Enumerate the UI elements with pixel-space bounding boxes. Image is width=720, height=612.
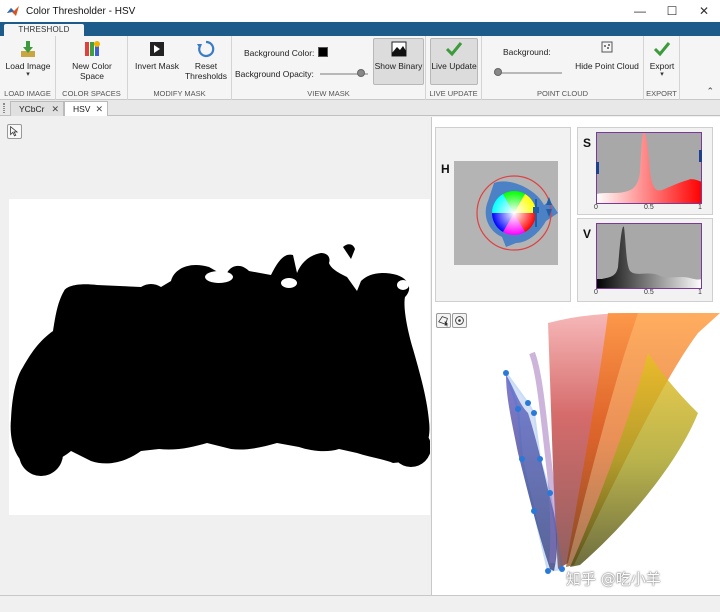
slider-thumb[interactable] (356, 69, 365, 77)
group-label: POINT CLOUD (536, 89, 589, 98)
live-update-icon (445, 42, 463, 57)
point-cloud-background-slider[interactable] (494, 72, 562, 74)
document-tabs: YCbCr ✕ HSV ✕ (0, 100, 720, 116)
hue-panel: H (435, 127, 571, 302)
group-label: COLOR SPACES (62, 89, 121, 98)
point-cloud-plot[interactable] (488, 313, 720, 579)
rotate-view-icon[interactable] (452, 313, 467, 328)
load-image-icon (21, 41, 35, 57)
value-histogram[interactable] (596, 223, 702, 289)
hue-channel-label: H (441, 162, 450, 176)
threshold-controls-pane: H S 0 0.5 1 V 0 0.5 1 (432, 117, 720, 595)
live-update-button[interactable]: Live Update (430, 38, 478, 85)
invert-mask-button[interactable]: Invert Mask (133, 39, 181, 71)
hide-point-cloud-button[interactable]: Hide Point Cloud (572, 39, 642, 71)
tab-ycbcr[interactable]: YCbCr ✕ (10, 101, 64, 116)
background-color-label: Background Color: (244, 48, 315, 58)
reset-icon (197, 40, 215, 58)
matlab-icon (7, 6, 19, 16)
show-binary-button[interactable]: Show Binary (373, 38, 424, 85)
minimize-button[interactable]: — (624, 0, 656, 22)
ribbon: Load Image ▾ LOAD IMAGE New Color Space … (0, 36, 720, 100)
close-button[interactable]: ✕ (688, 0, 720, 22)
reset-thresholds-button[interactable]: Reset Thresholds (182, 39, 230, 81)
group-label: MODIFY MASK (153, 89, 206, 98)
group-view-mask: Background Color: Background Opacity: Sh… (232, 36, 426, 100)
title-bar: Color Thresholder - HSV — ☐ ✕ (0, 0, 720, 22)
group-export: Export ▾ EXPORT (644, 36, 680, 100)
show-binary-icon (391, 41, 406, 57)
close-icon[interactable]: ✕ (95, 102, 103, 116)
group-label: EXPORT (646, 89, 677, 98)
group-label: VIEW MASK (307, 89, 350, 98)
pointer-tool-icon[interactable] (7, 124, 22, 139)
group-load-image: Load Image ▾ LOAD IMAGE (0, 36, 56, 100)
group-label: LIVE UPDATE (429, 89, 478, 98)
group-label: LOAD IMAGE (4, 89, 51, 98)
group-modify-mask: Invert Mask Reset Thresholds MODIFY MASK (128, 36, 232, 100)
ribbon-tab-strip: THRESHOLD (0, 22, 720, 36)
watermark-text: 知乎 @吃小羊 (566, 570, 661, 588)
status-bar (0, 595, 720, 612)
new-color-space-button[interactable]: New Color Space (59, 39, 125, 81)
hue-wheel[interactable] (454, 161, 558, 265)
tab-threshold[interactable]: THRESHOLD (4, 24, 84, 36)
collapse-ribbon-icon[interactable]: ⌃ (706, 86, 714, 97)
binary-mask-image[interactable] (9, 199, 430, 515)
saturation-panel: S 0 0.5 1 (577, 127, 713, 215)
maximize-button[interactable]: ☐ (656, 0, 688, 22)
polygon-select-icon[interactable] (436, 313, 451, 328)
export-button[interactable]: Export ▾ (646, 39, 678, 79)
value-channel-label: V (583, 227, 592, 241)
saturation-histogram[interactable] (596, 132, 702, 204)
chevron-down-icon: ▾ (660, 71, 664, 78)
group-color-spaces: New Color Space COLOR SPACES (56, 36, 128, 100)
image-view-pane (0, 117, 432, 595)
background-label: Background: (503, 47, 551, 57)
group-live-update: Live Update LIVE UPDATE (426, 36, 482, 100)
group-point-cloud: Background: Hide Point Cloud POINT CLOUD (482, 36, 644, 100)
invert-mask-icon (150, 42, 164, 56)
grip-handle-icon[interactable] (3, 103, 5, 113)
close-icon[interactable]: ✕ (51, 102, 59, 116)
chevron-down-icon: ▾ (26, 71, 30, 78)
export-icon (653, 42, 671, 57)
window-title: Color Thresholder - HSV (26, 5, 136, 17)
load-image-button[interactable]: Load Image ▾ (3, 39, 53, 79)
slider-thumb[interactable] (494, 68, 502, 76)
point-cloud-icon (601, 41, 613, 53)
background-opacity-label: Background Opacity: (235, 69, 314, 79)
background-color-swatch[interactable] (318, 47, 328, 57)
value-panel: V 0 0.5 1 (577, 218, 713, 302)
color-space-icon (85, 41, 100, 56)
tab-hsv[interactable]: HSV ✕ (64, 101, 108, 116)
saturation-channel-label: S (583, 136, 592, 150)
